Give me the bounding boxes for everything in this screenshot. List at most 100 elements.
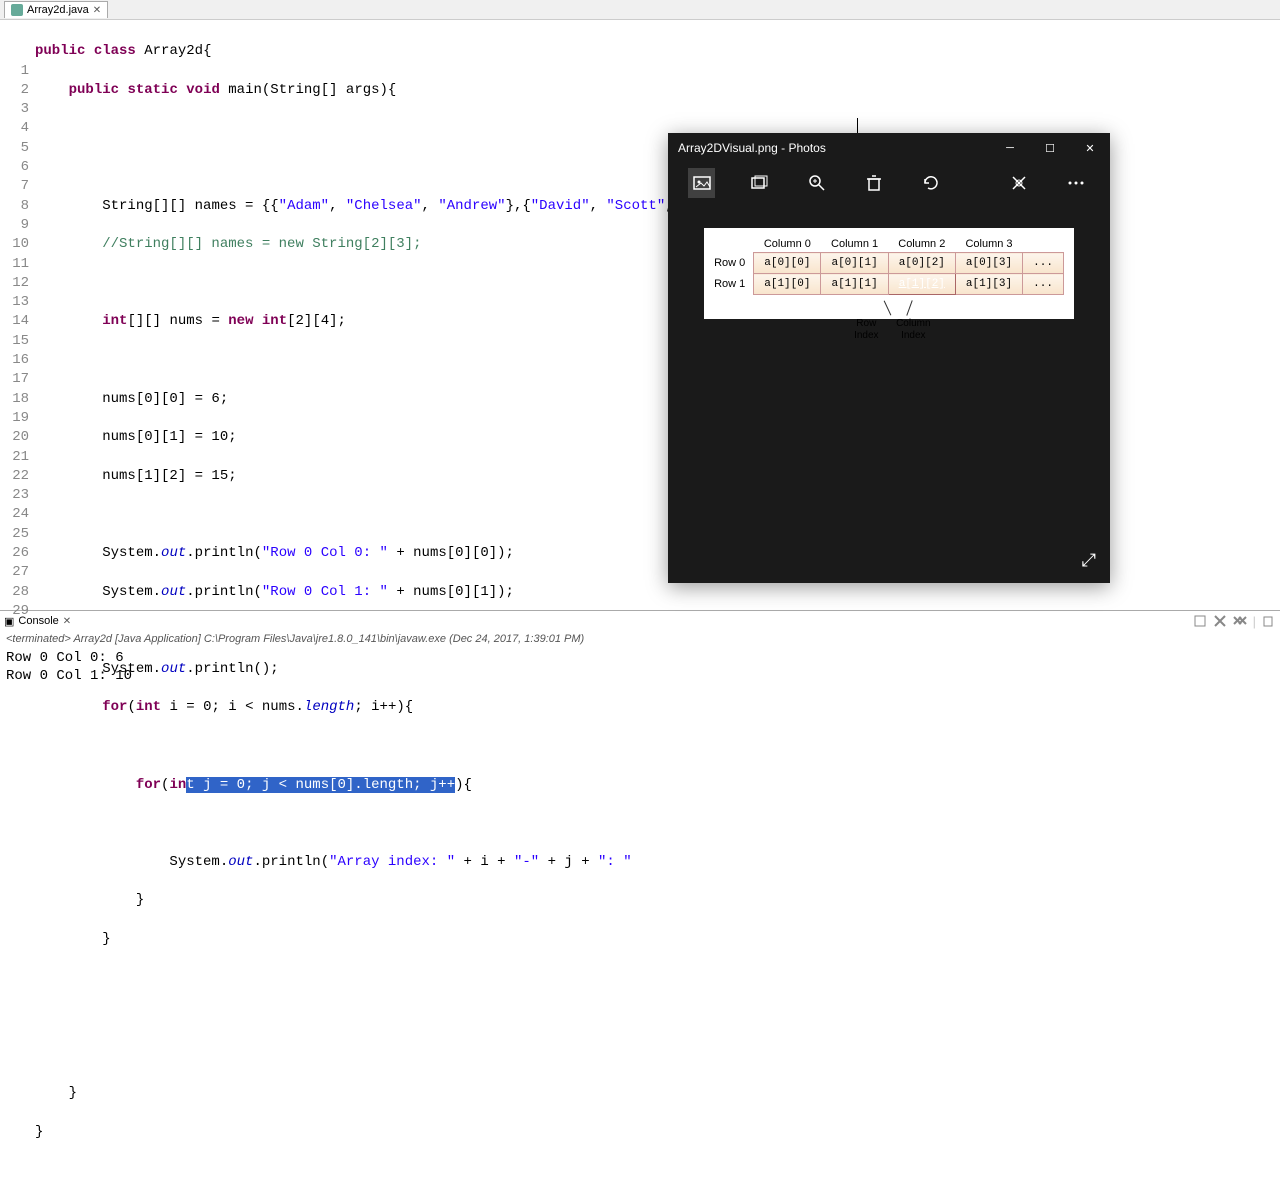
fld-length: length [304,699,354,715]
minimize-button[interactable]: ─ [990,133,1030,163]
photos-window[interactable]: Array2DVisual.png - Photos ─ ☐ ✕ Column … [668,133,1110,583]
array-cell: a[1][3] [955,274,1022,295]
close-icon[interactable]: ✕ [93,5,101,16]
type-string2d: String[][] [102,198,186,214]
col-index-label: Column Index [896,318,930,342]
cls-system2: System [102,584,152,600]
text-cursor [857,118,858,134]
editor-tab[interactable]: Array2d.java ✕ [4,1,108,18]
expr-nums01: nums[0][1] [413,584,497,600]
classname: Array2d [144,43,203,59]
var-names: names [195,198,237,214]
line-gutter: 1234567891011121314151617181920212223242… [0,20,35,610]
cls-system3: System [102,661,152,677]
close-button[interactable]: ✕ [1070,133,1110,163]
row-index-label: Row Index [854,318,878,342]
kw-static: static [127,82,177,98]
m-println4: println [262,854,321,870]
kw-in: in [169,777,186,793]
more-icon[interactable] [1063,168,1090,198]
photos-content: Column 0 Column 1 Column 2 Column 3 Row … [668,203,1110,319]
array-cell: ... [1023,253,1064,274]
str-arr: "Array index: " [329,854,455,870]
array-cell-highlighted: a[1][2] [888,274,955,295]
slideshow-icon[interactable] [745,168,772,198]
kw-int: int [102,313,127,329]
cls-system: System [102,545,152,561]
delete-icon[interactable] [860,168,887,198]
init-i: i = 0 [169,699,211,715]
fld-out: out [161,545,186,561]
array-cell: a[1][0] [754,274,821,295]
col-header: Column 1 [821,236,888,253]
str-scott: "Scott" [606,198,665,214]
console-icon: ▣ [4,615,14,628]
kw-public: public [35,43,85,59]
var-nums: nums [169,313,203,329]
maximize-button[interactable]: ☐ [1030,133,1070,163]
array-cell: a[0][3] [955,253,1022,274]
dims: [2][4] [287,313,337,329]
str-andrew: "Andrew" [438,198,505,214]
var-j: j [564,854,572,870]
cls-system4: System [169,854,219,870]
array-cell: a[0][1] [821,253,888,274]
m-println3: println [195,661,254,677]
editor-tabbar: Array2d.java ✕ [0,0,1280,20]
var-i: i [480,854,488,870]
array-cell: a[1][1] [821,274,888,295]
photos-titlebar[interactable]: Array2DVisual.png - Photos ─ ☐ ✕ [668,133,1110,163]
str-david: "David" [531,198,590,214]
array-diagram: Column 0 Column 1 Column 2 Column 3 Row … [704,228,1074,319]
java-file-icon [11,4,23,16]
rotate-icon[interactable] [918,168,945,198]
str-chelsea: "Chelsea" [346,198,422,214]
kw-void: void [186,82,220,98]
row-label: Row 0 [714,253,754,274]
row-label: Row 1 [714,274,754,295]
kw-new: new [228,313,253,329]
str-colon: ": " [598,854,632,870]
arrow-row [884,301,892,316]
tab-filename: Array2d.java [27,4,89,16]
photos-title: Array2DVisual.png - Photos [678,141,826,155]
array-cell: a[0][2] [888,253,955,274]
kw-int2: int [262,313,287,329]
zoom-icon[interactable] [803,168,830,198]
col-header: Column 0 [754,236,821,253]
kw-public2: public [69,82,119,98]
fld-out3: out [161,661,186,677]
edit-icon[interactable] [1005,168,1032,198]
kw-class: class [94,43,136,59]
photos-toolbar [668,163,1110,203]
assign12: nums[1][2] = 15; [102,468,236,484]
comment-names: //String[][] names = new String[2][3]; [102,236,421,252]
str-adam: "Adam" [279,198,329,214]
col-header: Column 2 [888,236,955,253]
array-cell: a[0][0] [754,253,821,274]
kw-for: for [102,699,127,715]
fullscreen-icon[interactable]: ⤢ [1082,550,1096,571]
str-row00: "Row 0 Col 0: " [262,545,388,561]
assign01: nums[0][1] = 10; [102,429,236,445]
inc-i: i++ [371,699,396,715]
type-stringarr: String[] [270,82,337,98]
array-cell: ... [1023,274,1064,295]
param-args: args [346,82,380,98]
arrow-col [906,300,912,315]
fld-out4: out [228,854,253,870]
m-println: println [195,545,254,561]
method-main: main [228,82,262,98]
assign00: nums[0][0] = 6; [102,391,228,407]
cond-i: i < nums. [228,699,304,715]
selected-text: t j = 0; j < nums[0].length; j++ [186,777,455,793]
view-photo-icon[interactable] [688,168,715,198]
kw-int3: int [136,699,161,715]
col-header: Column 3 [955,236,1022,253]
m-println2: println [195,584,254,600]
kw-for2: for [136,777,161,793]
fld-out2: out [161,584,186,600]
str-dash: "-" [514,854,539,870]
expr-nums00: nums[0][0] [413,545,497,561]
str-row01: "Row 0 Col 1: " [262,584,388,600]
